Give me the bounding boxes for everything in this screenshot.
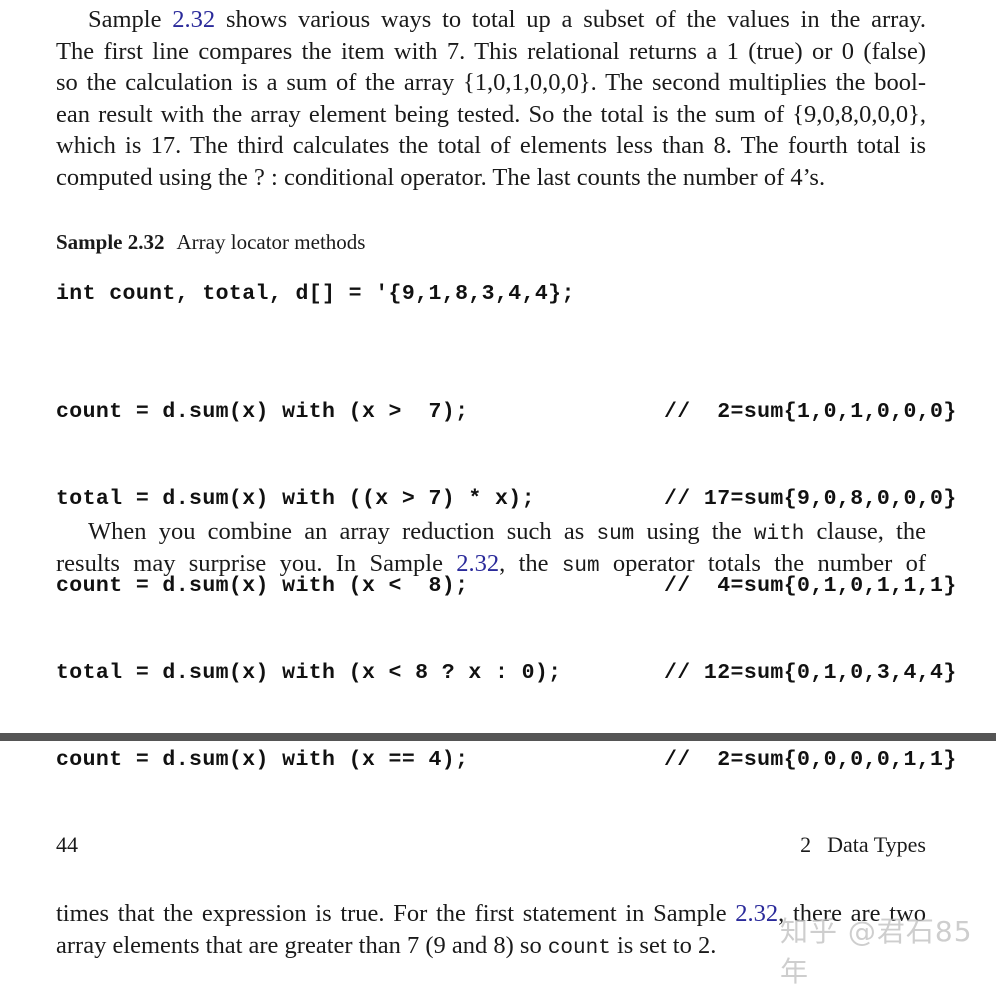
text-span: operator totals the number of <box>599 549 926 577</box>
intro-paragraph: Sample 2.32 shows various ways to total … <box>56 4 926 193</box>
code-declaration: int count, total, d[] = '{9,1,8,3,4,4}; <box>56 282 575 306</box>
sample-title: Array locator methods <box>176 230 366 254</box>
code-statement: count = d.sum(x) with (x == 4); <box>56 748 469 772</box>
code-line: total = d.sum(x) with (x < 8 ? x : 0); //… <box>56 659 956 688</box>
paragraph-line: ean result with the array element being … <box>56 100 926 128</box>
sample-number: Sample 2.32 <box>56 230 165 254</box>
inline-code: sum <box>596 523 635 546</box>
paragraph-line: Sample 2.32 shows various ways to total … <box>56 4 926 36</box>
page-number: 44 <box>56 832 78 857</box>
inline-code: count <box>547 936 611 960</box>
paragraph-line: computed using the ? : conditional opera… <box>56 163 826 191</box>
text-span: Sample <box>88 6 173 33</box>
text-span: shows various ways to total up a subset … <box>215 6 926 33</box>
code-comment: // 17=sum{9,0,8,0,0,0} <box>664 487 957 511</box>
code-statement: total = d.sum(x) with ((x > 7) * x); <box>56 487 535 511</box>
watermark-text: 知乎 @君石85年 <box>780 915 973 988</box>
inline-code: with <box>753 523 805 546</box>
sample-reference-link[interactable]: 2.32 <box>172 6 215 33</box>
code-statement: total = d.sum(x) with (x < 8 ? x : 0); <box>56 661 562 685</box>
running-head: 2 Data Types <box>800 832 926 858</box>
sample-reference-link[interactable]: 2.32 <box>735 900 778 927</box>
code-line: count = d.sum(x) with (x > 7); // 2=sum{1… <box>56 398 956 427</box>
text-span: results may surprise you. In Sample <box>56 549 457 577</box>
paragraph-line: When you combine an array reduction such… <box>56 516 926 548</box>
paragraph-line: so the calculation is a sum of the array… <box>56 69 926 96</box>
chapter-title: Data Types <box>827 832 926 857</box>
code-statement: count = d.sum(x) with (x > 7); <box>56 400 469 424</box>
sample-caption: Sample 2.32 Array locator methods <box>56 230 365 255</box>
sample-reference-link[interactable]: 2.32 <box>456 550 499 577</box>
text-span: , the <box>499 549 562 577</box>
paragraph-line: results may surprise you. In Sample 2.32… <box>56 548 926 580</box>
code-comment: // 2=sum{0,0,0,0,1,1} <box>664 748 957 772</box>
page-break-divider <box>0 733 996 741</box>
inline-code: sum <box>561 554 600 578</box>
text-span: is set to 2. <box>610 931 717 959</box>
code-line: total = d.sum(x) with ((x > 7) * x); // 1… <box>56 485 956 514</box>
reduction-paragraph: When you combine an array reduction such… <box>56 516 926 579</box>
text-span: using the <box>634 518 754 545</box>
code-line: count = d.sum(x) with (x == 4); // 2=sum{… <box>56 746 956 775</box>
paragraph-line: which is 17. The third calculates the to… <box>56 132 926 159</box>
text-span: array elements that are greater than 7 (… <box>56 931 548 959</box>
text-span: When you combine an array reduction such… <box>88 518 597 545</box>
text-span: times that the expression is true. For t… <box>56 900 736 927</box>
chapter-number: 2 <box>800 832 812 857</box>
code-comment: // 12=sum{0,1,0,3,4,4} <box>664 661 957 685</box>
code-comment: // 2=sum{1,0,1,0,0,0} <box>664 400 957 424</box>
text-span: clause, the <box>804 518 926 545</box>
paragraph-line: The first line compares the item with 7.… <box>56 37 926 65</box>
